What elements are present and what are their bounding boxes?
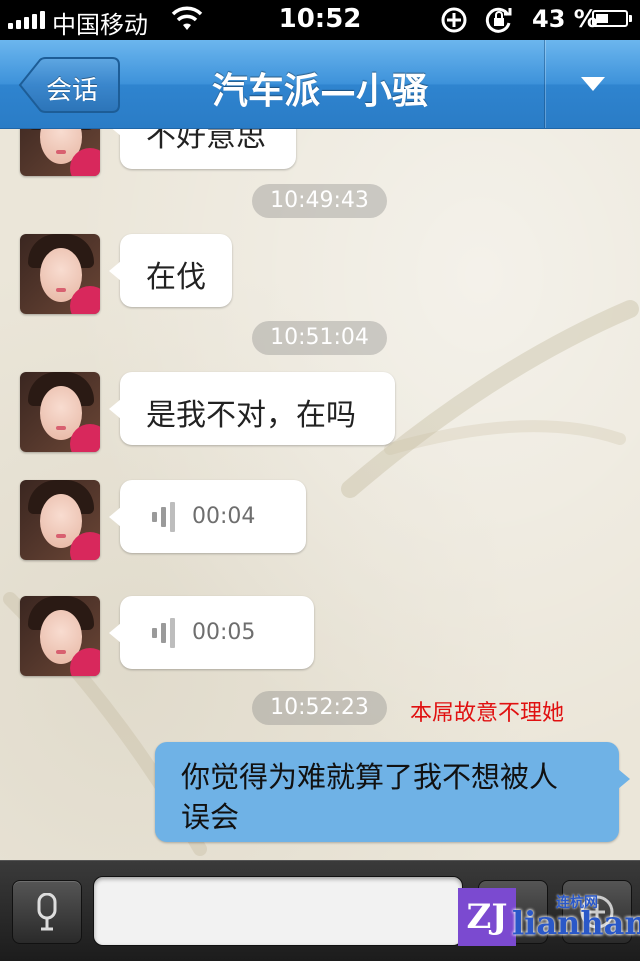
outgoing-message-line-2: 误会 <box>181 800 240 834</box>
watermark: ZJ 连杭网 lianhang <box>458 866 640 956</box>
message-bubble[interactable]: 不好意思 <box>109 129 296 169</box>
voice-input-button[interactable] <box>12 880 82 944</box>
chat-area[interactable]: 不好意思 10:49:43 在伐 10:51:04 是我不对，在吗 00:04 <box>0 129 640 860</box>
message-bubble[interactable]: 在伐 <box>109 234 232 307</box>
page-title: 汽车派—小骚 <box>211 71 428 112</box>
red-annotation: 本屌故意不理她 <box>410 701 565 726</box>
battery-percentage: 43 % <box>532 5 598 33</box>
message-text: 不好意思 <box>146 129 266 154</box>
battery-icon <box>592 10 632 27</box>
navigation-bar: 会话 汽车派—小骚 <box>0 40 640 129</box>
dropdown-button[interactable] <box>545 40 640 128</box>
message-timestamp: 10:49:43 <box>252 184 387 218</box>
microphone-icon <box>37 893 57 931</box>
voice-wave-icon <box>152 502 175 532</box>
voice-message[interactable]: 00:05 <box>109 596 314 669</box>
contact-avatar[interactable] <box>20 129 100 176</box>
outgoing-message-line-1: 你觉得为难就算了我不想被人 <box>181 760 559 794</box>
contact-avatar[interactable] <box>20 596 100 676</box>
watermark-logo: ZJ <box>458 888 516 946</box>
rotation-lock-icon <box>485 7 512 33</box>
contact-avatar[interactable] <box>20 480 100 560</box>
message-text: 是我不对，在吗 <box>146 398 356 433</box>
watermark-text: lianhang <box>512 904 640 942</box>
voice-duration: 00:04 <box>192 504 256 529</box>
message-timestamp: 10:51:04 <box>252 321 387 355</box>
voice-message[interactable]: 00:04 <box>109 480 306 553</box>
outgoing-message-bubble[interactable]: 你觉得为难就算了我不想被人 误会 <box>155 742 630 842</box>
contact-avatar[interactable] <box>20 372 100 452</box>
status-bar: 中国移动 10:52 43 % <box>0 0 640 40</box>
back-button[interactable]: 会话 <box>18 57 120 113</box>
back-button-label: 会话 <box>46 76 99 106</box>
message-input[interactable] <box>93 876 463 946</box>
contact-avatar[interactable] <box>20 234 100 314</box>
location-icon <box>441 7 467 33</box>
voice-wave-icon <box>152 618 175 648</box>
triangle-down-icon <box>581 77 605 91</box>
message-text: 在伐 <box>146 260 206 295</box>
voice-duration: 00:05 <box>192 620 256 645</box>
message-bubble[interactable]: 是我不对，在吗 <box>109 372 395 445</box>
message-timestamp: 10:52:23 <box>252 691 387 725</box>
